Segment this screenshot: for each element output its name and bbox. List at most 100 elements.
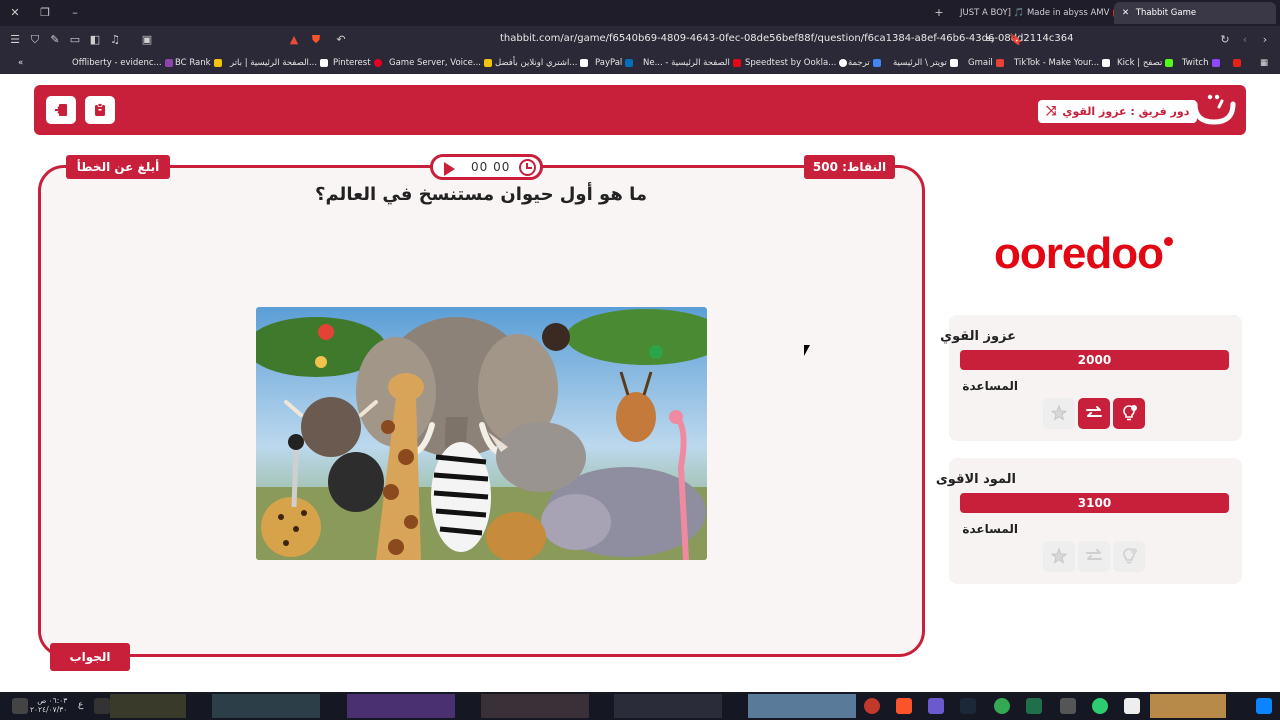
speedtest-icon (839, 58, 848, 67)
report-error-button[interactable]: أبلغ عن الخطأ (66, 155, 170, 179)
back-history-icon[interactable]: ↶ (334, 33, 348, 47)
bookmark-item[interactable] (1230, 58, 1244, 68)
taskbar-thumbnail[interactable] (110, 694, 186, 718)
bookmark-item[interactable]: Gmail (968, 58, 1007, 68)
close-window-icon[interactable]: ✕ (8, 6, 22, 20)
sponsor-dot (1163, 237, 1173, 246)
app-icon[interactable] (1092, 698, 1108, 714)
taskbar-thumbnail[interactable] (1150, 694, 1226, 718)
aid-star-button[interactable] (1043, 398, 1075, 429)
bookmarks-expand-icon[interactable]: « (18, 58, 23, 68)
apps-grid-icon[interactable]: ▦ (1260, 58, 1268, 68)
tab-manager-icon[interactable]: ▣ (140, 33, 154, 47)
brave-icon[interactable] (896, 698, 912, 714)
reset-clock-icon[interactable] (519, 159, 536, 176)
team-score: 3100 (960, 493, 1229, 513)
aid-hint-button[interactable] (1113, 541, 1145, 572)
translate-icon (872, 58, 881, 67)
bookmark-item[interactable]: BC Rank (175, 58, 225, 68)
turn-badge[interactable]: ⤨ دور فريق : عزوز القوي (1038, 100, 1198, 123)
tabs-icon[interactable]: ▭ (68, 33, 82, 47)
app-icon[interactable] (1124, 698, 1140, 714)
taskbar-thumbnail[interactable] (347, 694, 455, 718)
bookmark-label: PayPal (595, 58, 623, 68)
language-indicator[interactable]: ع (78, 700, 83, 710)
excel-icon[interactable] (1026, 698, 1042, 714)
bookmark-item[interactable]: TikTok - Make Your... (1014, 58, 1113, 68)
team-score: 2000 (960, 350, 1229, 370)
sidebar-icon[interactable]: ◧ (88, 33, 102, 47)
volume-icon[interactable] (94, 698, 110, 714)
menu-icon[interactable]: ☰ (8, 33, 22, 47)
chrome-icon[interactable] (994, 698, 1010, 714)
clock: ٠٦:٠٣ ص ٢٠٢٤/٠٧/٣٠ (30, 696, 67, 714)
exit-button[interactable] (46, 96, 76, 124)
extensions-icon[interactable]: ✎ (48, 33, 62, 47)
bookmark-item[interactable]: Pinterest (333, 58, 385, 68)
bookmark-icon (484, 58, 493, 67)
aid-swap-button[interactable] (1078, 398, 1110, 429)
app-icon[interactable] (1060, 698, 1076, 714)
aid-swap-button[interactable] (1078, 541, 1110, 572)
bookmark-item[interactable]: Speedtest by Ookla... (745, 58, 850, 68)
forward-icon[interactable]: › (1258, 33, 1272, 47)
aid-star-button[interactable] (1043, 541, 1075, 572)
bookmark-item[interactable]: Ne... - الصفحة الرئيسية (643, 58, 744, 68)
help-label: المساعدة (962, 379, 1018, 393)
steam-icon[interactable] (960, 698, 976, 714)
game-header: ⤨ دور فريق : عزوز القوي (34, 85, 1246, 135)
bookmark-icon (164, 58, 173, 67)
discord-icon[interactable] (928, 698, 944, 714)
brave-shield-icon[interactable]: ⛊ (309, 33, 323, 47)
close-tab-icon[interactable]: ✕ (1122, 8, 1129, 18)
aid-hint-button[interactable] (1113, 398, 1145, 429)
bookmark-label: Gmail (968, 58, 993, 68)
bookmark-item[interactable]: اشتري اونلاين بأفضل... (495, 58, 591, 68)
bookmark-item[interactable]: ترجمة (848, 58, 884, 68)
clipboard-icon (95, 103, 105, 116)
bookmark-icon[interactable]: 🔖 (1009, 33, 1023, 47)
notification-icon[interactable] (12, 698, 28, 714)
bookmark-item[interactable]: PayPal (595, 58, 636, 68)
bookmark-label: Game Server, Voice... (389, 58, 482, 68)
tab-thabbit[interactable]: ✕ Thabbit Game (1114, 2, 1276, 24)
minimize-window-icon[interactable]: – (68, 6, 82, 20)
reload-icon[interactable]: ↻ (1218, 33, 1232, 47)
board-button[interactable] (85, 96, 115, 124)
shield-icon[interactable]: ⛉ (28, 33, 42, 47)
answer-button[interactable]: الجواب (50, 643, 130, 671)
windows-start-icon[interactable] (1256, 698, 1272, 714)
new-tab-icon[interactable]: + (932, 6, 946, 20)
app-icon[interactable] (864, 698, 880, 714)
x-icon (949, 58, 958, 67)
bookmark-item[interactable]: Game Server, Voice... (389, 58, 495, 68)
exit-icon (55, 104, 67, 116)
bookmarks-bar: « Offliberty - evidenc... BC Rank الصفحة… (0, 54, 1280, 74)
taskbar-thumbnail[interactable] (212, 694, 320, 718)
browser-toolbar: ☰ ⛉ ✎ ▭ ◧ ♫ ▣ ▲ ⛊ ↶ thabbit.com/ar/game/… (0, 26, 1280, 54)
restore-window-icon[interactable]: ❐ (38, 6, 52, 20)
bookmark-item[interactable]: تويتر \ الرئيسية (893, 58, 961, 68)
swap-icon (1086, 406, 1102, 417)
play-icon[interactable] (444, 162, 455, 176)
bookmark-item[interactable]: Twitch (1182, 58, 1223, 68)
bookmark-label: Offliberty - evidenc... (72, 58, 162, 68)
tab-youtube[interactable]: JUST A BOY] 🎵 Made in abyss AMV (952, 2, 1132, 24)
question-image (256, 307, 707, 560)
clock-date: ٢٠٢٤/٠٧/٣٠ (30, 705, 68, 714)
music-icon[interactable]: ♫ (108, 33, 122, 47)
taskbar-thumbnail[interactable] (748, 694, 856, 718)
bookmark-item[interactable]: الصفحة الرئيسية | باتر... (230, 58, 331, 68)
bookmark-label: TikTok - Make Your... (1014, 58, 1100, 68)
back-icon[interactable]: ‹ (1238, 33, 1252, 47)
site-settings-icon[interactable]: ⇋ (983, 33, 997, 47)
bookmark-item[interactable]: Kick | تصفح (1117, 58, 1176, 68)
star-icon (1050, 404, 1068, 421)
taskbar-thumbnail[interactable] (481, 694, 589, 718)
game-page: ⤨ دور فريق : عزوز القوي أبلغ عن الخطأ الن… (0, 74, 1280, 692)
bookmark-icon (320, 58, 329, 67)
taskbar-thumbnail[interactable] (614, 694, 722, 718)
bookmark-item[interactable]: Offliberty - evidenc... (72, 58, 176, 68)
points-badge: النقاط: 500 (804, 155, 895, 179)
triangle-icon[interactable]: ▲ (287, 33, 301, 47)
